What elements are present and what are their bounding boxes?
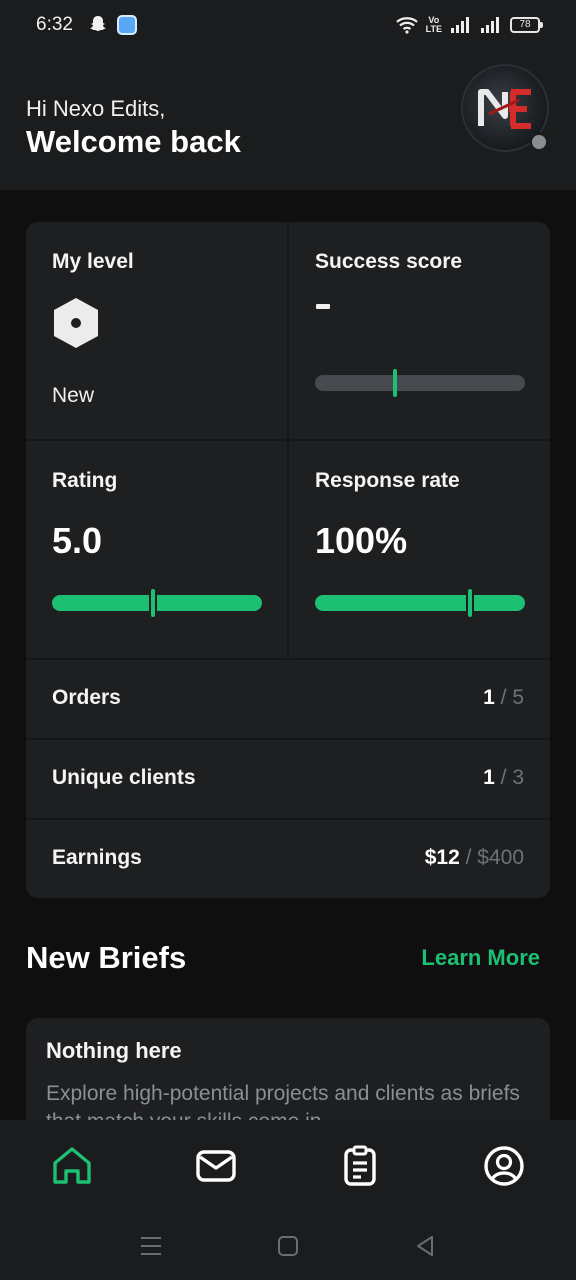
app-header: Hi Nexo Edits, Welcome back <box>0 52 576 190</box>
response-rate-title: Response rate <box>315 469 460 492</box>
home-icon[interactable] <box>50 1144 94 1188</box>
volte-icon: Vo LTE <box>425 15 442 34</box>
divider <box>287 222 289 660</box>
back-icon[interactable] <box>413 1234 437 1258</box>
rating-value: 5.0 <box>52 520 103 561</box>
system-nav <box>0 1210 576 1280</box>
unique-clients-value: 1 / 3 <box>483 766 524 789</box>
app-notification-icon <box>117 15 137 35</box>
status-time: 6:32 <box>36 14 73 35</box>
welcome-title: Welcome back <box>26 124 241 159</box>
response-rate-marker <box>468 589 473 617</box>
status-bar: 6:32 Vo LTE 78 <box>0 0 576 52</box>
status-icons: Vo LTE 78 <box>395 14 543 36</box>
stats-card: My level New Success score Rating 5.0 Re… <box>26 222 550 898</box>
level-badge-icon <box>54 298 98 348</box>
bottom-nav <box>0 1120 576 1210</box>
earnings-value: $12 / $400 <box>424 846 524 869</box>
divider <box>26 738 550 740</box>
success-score-value <box>316 304 330 309</box>
new-briefs-title: New Briefs <box>26 940 187 975</box>
success-score-marker <box>392 369 397 397</box>
greeting-text: Hi Nexo Edits, <box>26 96 166 121</box>
snapchat-icon <box>90 16 106 31</box>
signal-icon <box>481 17 499 33</box>
rating-title: Rating <box>52 469 118 492</box>
presence-indicator <box>529 132 549 152</box>
rating-bar <box>52 589 262 617</box>
divider <box>26 818 550 820</box>
rating-marker <box>150 589 155 617</box>
level-value: New <box>52 384 95 407</box>
home-square-icon[interactable] <box>276 1234 300 1258</box>
envelope-icon[interactable] <box>194 1144 238 1188</box>
success-score-bar <box>315 369 525 397</box>
earnings-label: Earnings <box>52 846 142 869</box>
divider <box>26 658 550 660</box>
response-rate-value: 100% <box>315 520 408 561</box>
level-title: My level <box>52 250 134 273</box>
orders-label: Orders <box>52 686 121 709</box>
unique-clients-label: Unique clients <box>52 766 196 789</box>
divider <box>26 439 550 441</box>
learn-more-link[interactable]: Learn More <box>421 945 540 971</box>
response-rate-bar <box>315 589 525 617</box>
empty-state-title: Nothing here <box>46 1038 182 1063</box>
signal-icon <box>451 17 469 33</box>
user-circle-icon[interactable] <box>482 1144 526 1188</box>
menu-icon[interactable] <box>139 1234 163 1258</box>
clipboard-icon[interactable] <box>338 1144 382 1188</box>
orders-value: 1 / 5 <box>483 686 524 709</box>
avatar-logo <box>478 89 531 129</box>
battery-icon: 78 <box>510 17 543 33</box>
wifi-icon <box>395 17 418 34</box>
success-score-title: Success score <box>315 250 463 273</box>
